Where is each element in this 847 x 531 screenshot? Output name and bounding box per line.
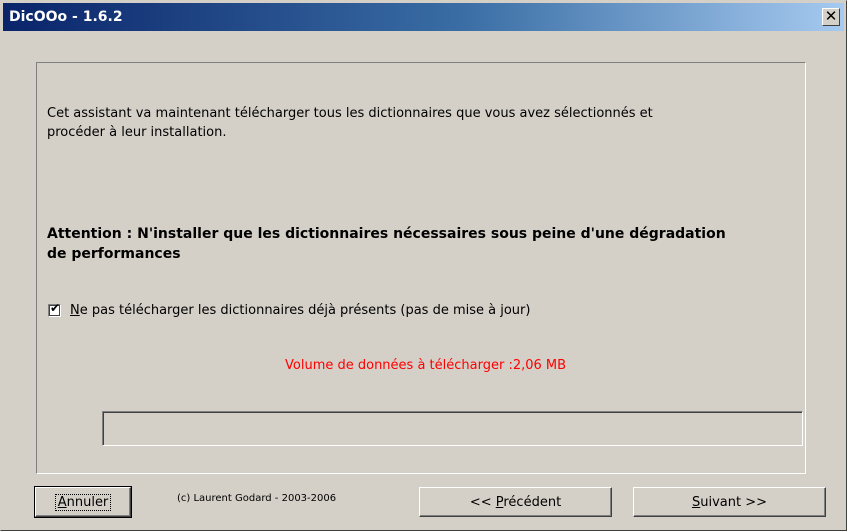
cancel-mnemonic: A [57, 494, 67, 510]
next-button-label: Suivant >> [692, 495, 767, 510]
download-progress-bar [102, 411, 803, 446]
close-icon: ✕ [824, 7, 838, 25]
skip-existing-mnemonic: N [70, 302, 80, 318]
copyright-text: (c) Laurent Godard - 2003-2006 [177, 493, 337, 504]
warning-line-2: de performances [47, 246, 181, 262]
skip-existing-label[interactable]: Ne pas télécharger les dictionnaires déj… [70, 303, 530, 318]
close-button[interactable]: ✕ [822, 8, 840, 26]
cancel-button[interactable]: Annuler [34, 486, 132, 518]
cancel-button-label: Annuler [54, 493, 112, 511]
intro-text: Cet assistant va maintenant télécharger … [47, 104, 787, 142]
download-volume-text: Volume de données à télécharger :2,06 MB [285, 358, 567, 373]
skip-existing-checkbox-row[interactable]: ✔ Ne pas télécharger les dictionnaires d… [47, 300, 530, 320]
skip-existing-label-text: e pas télécharger les dictionnaires déjà… [79, 302, 531, 318]
warning-text: Attention : N'installer que les dictionn… [47, 224, 817, 264]
next-mnemonic: S [691, 494, 701, 510]
next-label-text: uivant >> [700, 494, 768, 510]
previous-prefix: << [469, 494, 496, 510]
skip-existing-checkbox[interactable]: ✔ [48, 300, 61, 317]
window-title: DicOOo - 1.6.2 [9, 9, 123, 25]
checkmark-icon: ✔ [50, 300, 61, 315]
previous-label-text: récédent [503, 494, 562, 510]
previous-button-label: << Précédent [470, 495, 561, 510]
intro-line-1: Cet assistant va maintenant télécharger … [47, 106, 653, 121]
warning-line-1: Attention : N'installer que les dictionn… [47, 226, 726, 242]
next-button[interactable]: Suivant >> [633, 487, 826, 517]
installer-window: DicOOo - 1.6.2 ✕ [0, 0, 847, 531]
title-bar[interactable]: DicOOo - 1.6.2 ✕ [3, 3, 844, 31]
previous-button[interactable]: << Précédent [419, 487, 612, 517]
intro-line-2: procéder à leur installation. [47, 125, 227, 140]
cancel-label-text: nnuler [66, 494, 109, 510]
progress-track [103, 412, 802, 445]
